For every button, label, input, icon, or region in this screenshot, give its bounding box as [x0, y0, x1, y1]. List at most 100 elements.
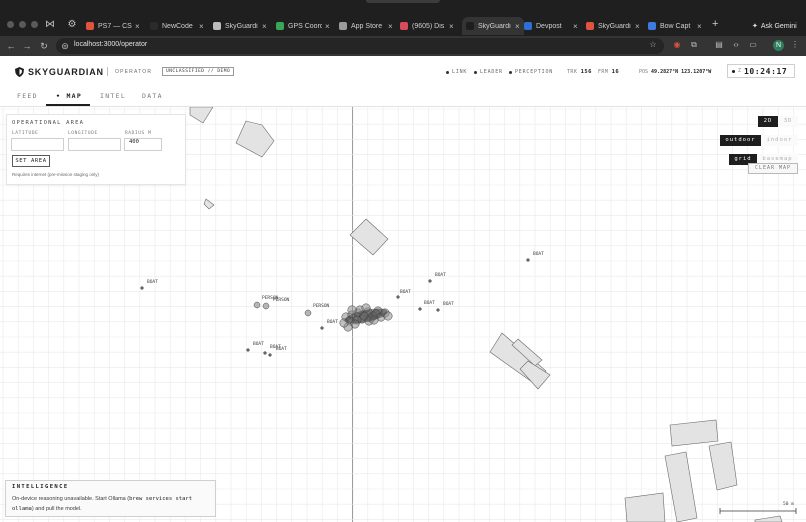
view-3d-button[interactable]: 3D: [778, 116, 798, 127]
url-field[interactable]: [56, 38, 664, 54]
longitude-input[interactable]: [68, 138, 121, 151]
active-tab-indicator: [46, 104, 90, 106]
tab-close-icon[interactable]: ×: [449, 22, 454, 31]
tab-close-icon[interactable]: ×: [388, 22, 393, 31]
tab-favicon-icon: [524, 22, 532, 30]
tab-map[interactable]: • MAP: [56, 92, 82, 100]
detection-label: BOAT: [424, 300, 435, 306]
tab-close-icon[interactable]: ×: [573, 22, 578, 31]
ask-gemini-label: Ask Gemini: [760, 22, 797, 30]
tab-close-icon[interactable]: ×: [325, 22, 330, 31]
browser-tab[interactable]: (9605) Dis ×: [400, 17, 454, 35]
tab-title: PS7 — CS: [98, 22, 132, 30]
building-footprint: [669, 419, 719, 447]
browser-tab[interactable]: Bow Capt ×: [648, 17, 702, 35]
camera-notch: [366, 0, 440, 3]
close-window-button[interactable]: [7, 21, 14, 28]
back-button[interactable]: ←: [5, 40, 17, 52]
detection-label: BOAT: [276, 346, 287, 352]
radius-input[interactable]: 400: [124, 138, 162, 151]
detection-label: BOAT: [147, 279, 158, 285]
longitude-label: LONGITUDE: [68, 131, 98, 136]
set-area-button[interactable]: SET AREA: [12, 155, 50, 167]
tab-favicon-icon: [339, 22, 347, 30]
status-link: LINK: [446, 69, 467, 75]
building-footprint: [189, 107, 214, 124]
window-controls[interactable]: [7, 21, 38, 28]
outdoor-toggle[interactable]: outdoor: [720, 135, 761, 146]
boat-marker: [246, 348, 250, 352]
maximize-window-button[interactable]: [31, 21, 38, 28]
view-2d-button[interactable]: 2D: [758, 116, 778, 127]
clock-dot-icon: [732, 69, 735, 73]
boat-marker: [436, 308, 440, 312]
tab-close-icon[interactable]: ×: [697, 22, 702, 31]
tab-close-icon[interactable]: ×: [135, 22, 140, 31]
building-footprint: [235, 120, 275, 158]
extension-icon[interactable]: ◉: [672, 40, 682, 50]
indoor-toggle[interactable]: indoor: [761, 135, 798, 146]
site-info-icon[interactable]: ⊜: [59, 40, 71, 52]
brand-name: SKYGUARDIAN: [28, 67, 104, 77]
tab-favicon-icon: [466, 22, 474, 30]
sidebar-icon[interactable]: ▤: [714, 40, 724, 50]
intelligence-message: On-device reasoning unavailable. Start O…: [12, 496, 193, 512]
profile-avatar[interactable]: N: [773, 40, 784, 51]
tab-intel[interactable]: INTEL: [100, 92, 126, 100]
zulu-clock: Z 10:24:17: [727, 64, 795, 78]
boat-marker: [263, 351, 267, 355]
tab-title: (9605) Dis: [412, 22, 445, 30]
detection-label: PERSON: [273, 297, 290, 303]
tab-data[interactable]: DATA: [142, 92, 163, 100]
forward-button[interactable]: →: [21, 40, 33, 52]
boat-marker: [140, 286, 144, 290]
minimize-window-button[interactable]: [19, 21, 26, 28]
settings-gear-icon[interactable]: ⚙: [66, 19, 78, 31]
browser-tab[interactable]: App Store ×: [339, 17, 393, 35]
browser-tab[interactable]: SkyGuardi ×: [213, 17, 267, 35]
intelligence-title: INTELLIGENCE: [12, 484, 69, 490]
position-readout: POS 49.2827°N 123.1207°W: [639, 69, 712, 75]
cast-icon[interactable]: ▭: [748, 40, 758, 50]
browser-tab[interactable]: SkyGuardi ×: [462, 17, 524, 35]
browser-tab[interactable]: SkyGuardi ×: [586, 17, 640, 35]
menu-kebab-icon[interactable]: ⋮: [790, 40, 800, 50]
tab-favicon-icon: [400, 22, 408, 30]
tab-close-icon[interactable]: ×: [635, 22, 640, 31]
latitude-input[interactable]: [11, 138, 64, 151]
detection-label: BOAT: [253, 341, 264, 347]
browser-tab[interactable]: Devpost ×: [524, 17, 578, 35]
browser-tab[interactable]: GPS Coord ×: [276, 17, 330, 35]
boat-marker: [428, 279, 432, 283]
tab-favicon-icon: [648, 22, 656, 30]
new-tab-button[interactable]: +: [712, 18, 718, 30]
devtools-icon[interactable]: ‹›: [731, 40, 741, 50]
browser-tab[interactable]: NewCode ×: [150, 17, 204, 35]
building-footprint: [349, 218, 389, 256]
tab-title: NewCode: [162, 22, 193, 30]
ask-gemini-button[interactable]: ✦ Ask Gemini: [752, 20, 797, 32]
track-count: TRK 156: [567, 69, 592, 75]
tab-favicon-icon: [586, 22, 594, 30]
browser-tab[interactable]: PS7 — CS ×: [86, 17, 140, 35]
puzzle-extensions-icon[interactable]: ⧉: [689, 40, 699, 50]
tab-feed[interactable]: FEED: [17, 92, 38, 100]
bookmark-star-icon[interactable]: ☆: [648, 40, 658, 50]
boat-marker: [320, 326, 324, 330]
tab-title: Bow Capt: [660, 22, 691, 30]
tab-title: SkyGuardi: [478, 22, 511, 30]
tab-title: SkyGuardi: [225, 22, 258, 30]
tab-close-icon[interactable]: ×: [199, 22, 204, 31]
tab-favicon-icon: [86, 22, 94, 30]
tab-search-icon[interactable]: ⋈: [44, 19, 56, 31]
clock-time: 10:24:17: [744, 66, 788, 76]
tab-close-icon[interactable]: ×: [262, 22, 267, 31]
tab-close-icon[interactable]: ×: [515, 22, 520, 31]
clear-map-button[interactable]: CLEAR MAP: [748, 163, 798, 174]
building-footprint: [203, 198, 215, 210]
person-marker: [304, 309, 312, 317]
building-footprint: [664, 451, 698, 522]
boat-marker: [268, 353, 272, 357]
reload-button[interactable]: ↻: [38, 40, 50, 52]
url-text: localhost:3000/operator: [74, 41, 148, 48]
